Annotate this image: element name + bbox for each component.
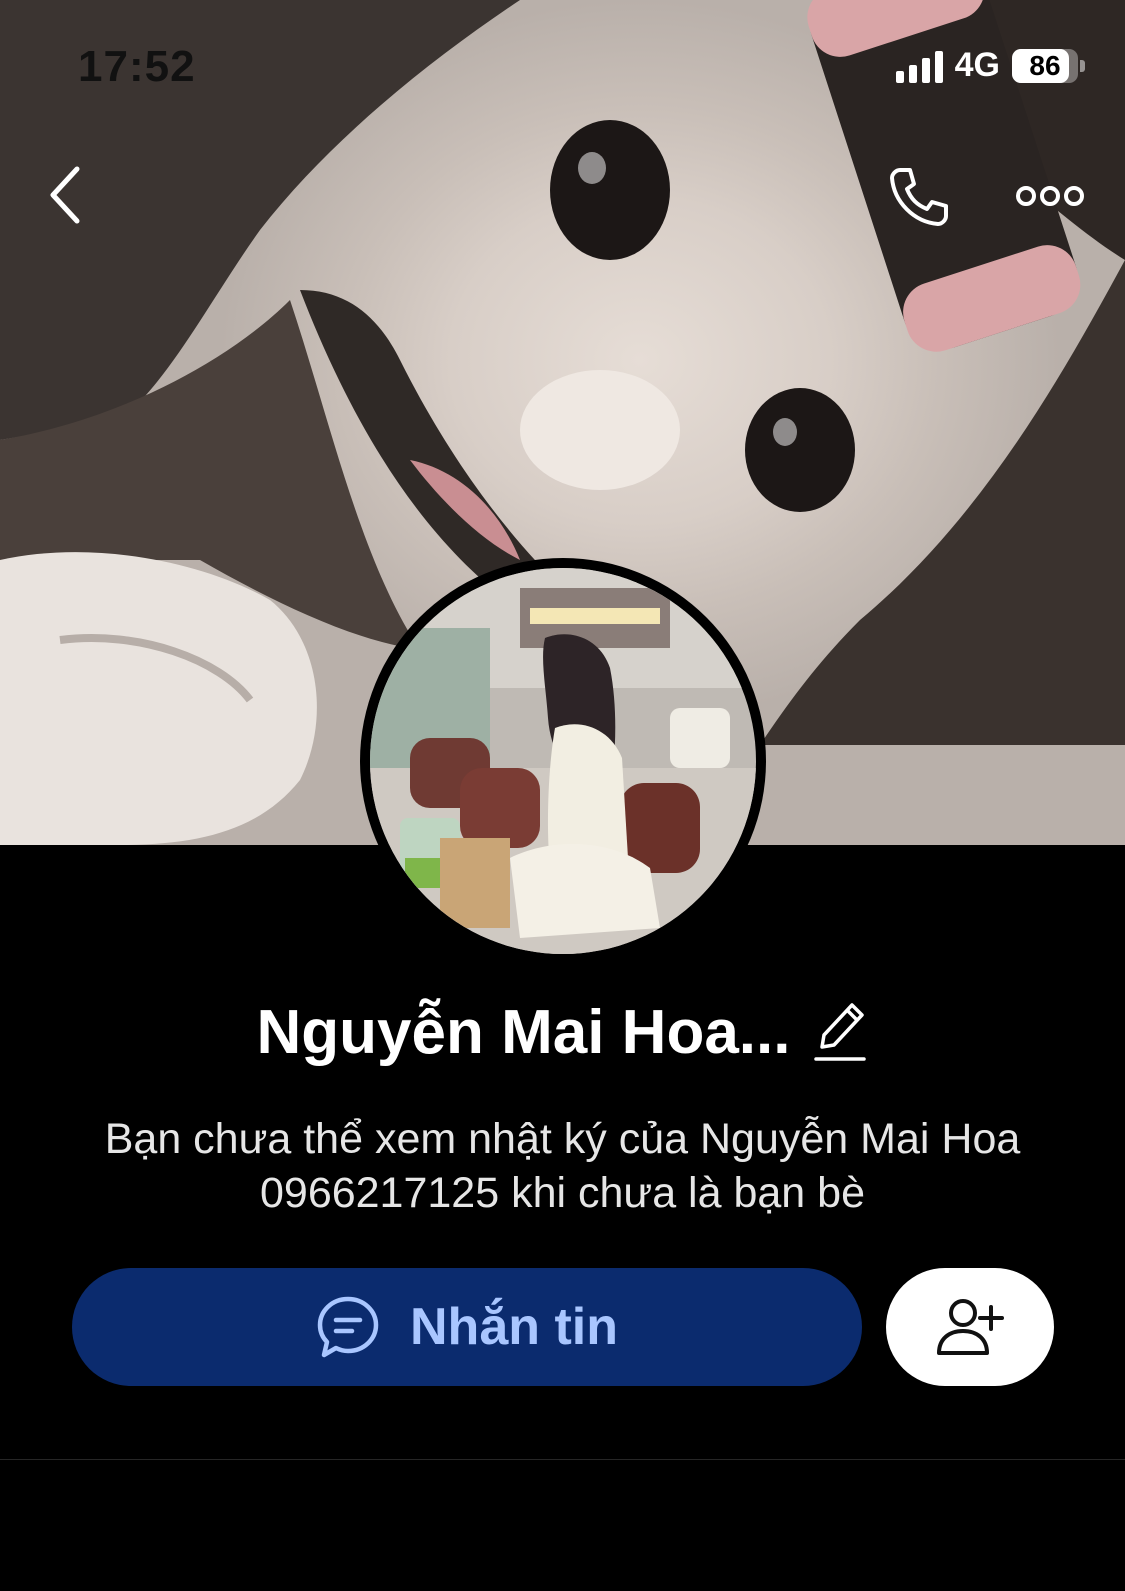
phone-icon — [890, 168, 948, 226]
network-type: 4G — [954, 46, 1000, 84]
battery-tip — [1080, 59, 1085, 72]
chevron-left-icon — [50, 166, 80, 224]
message-button-label: Nhắn tin — [410, 1298, 618, 1356]
avatar-photo — [370, 568, 756, 954]
call-button[interactable] — [880, 158, 956, 234]
pencil-icon — [814, 1003, 867, 1061]
profile-name: Nguyễn Mai Hoa... — [256, 997, 791, 1067]
battery-percent: 86 — [1029, 49, 1061, 81]
friendship-notice: Bạn chưa thể xem nhật ký của Nguyễn Mai … — [104, 1115, 1021, 1217]
add-friend-button[interactable] — [886, 1268, 1054, 1386]
profile-name-row: Nguyễn Mai Hoa... — [0, 992, 1125, 1072]
back-button[interactable] — [30, 160, 100, 230]
chat-bubble-icon — [317, 1296, 379, 1358]
edit-name-button[interactable] — [812, 999, 868, 1065]
status-indicators: 4G 86 — [895, 46, 1085, 85]
more-dots-icon — [1016, 186, 1084, 206]
avatar[interactable] — [360, 558, 766, 964]
battery-icon: 86 — [1012, 48, 1078, 83]
message-button[interactable]: Nhắn tin — [72, 1268, 862, 1386]
more-button[interactable] — [1010, 168, 1090, 224]
status-time: 17:52 — [78, 42, 196, 91]
divider — [0, 1459, 1125, 1460]
signal-icon — [895, 49, 943, 83]
add-friend-icon — [937, 1299, 1004, 1355]
